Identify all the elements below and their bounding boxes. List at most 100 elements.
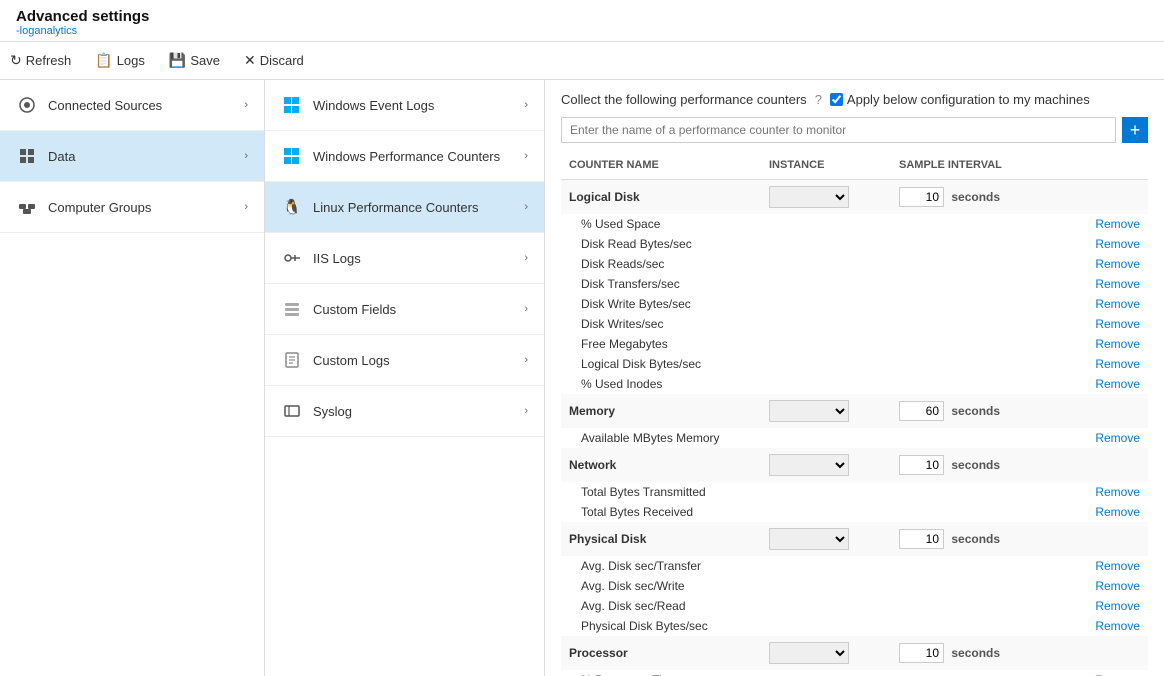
- remove-link[interactable]: Remove: [1095, 505, 1140, 519]
- chevron-right-icon: ›: [524, 252, 528, 264]
- instance-select[interactable]: [769, 454, 849, 476]
- remove-link[interactable]: Remove: [1095, 377, 1140, 391]
- remove-link[interactable]: Remove: [1095, 485, 1140, 499]
- connected-icon: [16, 94, 38, 116]
- table-row: Physical Disk seconds: [561, 522, 1148, 556]
- remove-link[interactable]: Remove: [1095, 217, 1140, 231]
- remove-link[interactable]: Remove: [1095, 559, 1140, 573]
- counter-child-instance: [761, 334, 891, 354]
- middle-item-windows-performance-counters[interactable]: Windows Performance Counters ›: [265, 131, 544, 182]
- remove-link[interactable]: Remove: [1095, 599, 1140, 613]
- sidebar-item-data[interactable]: Data ›: [0, 131, 264, 182]
- left-sidebar: Connected Sources › Data ›: [0, 80, 265, 676]
- sidebar-item-computer-groups[interactable]: Computer Groups ›: [0, 182, 264, 233]
- sample-interval-input[interactable]: [899, 643, 944, 663]
- chevron-right-icon: ›: [524, 405, 528, 417]
- instance-select[interactable]: [769, 400, 849, 422]
- counter-child-name: Disk Read Bytes/sec: [561, 234, 761, 254]
- remove-link[interactable]: Remove: [1095, 337, 1140, 351]
- group-name: Network: [561, 448, 761, 482]
- remove-link[interactable]: Remove: [1095, 317, 1140, 331]
- counter-child-sample: [891, 428, 1011, 448]
- counter-child-instance: [761, 354, 891, 374]
- sample-interval-input[interactable]: [899, 187, 944, 207]
- table-row: Network seconds: [561, 448, 1148, 482]
- group-instance[interactable]: [761, 180, 891, 215]
- iis-logs-icon: [281, 247, 303, 269]
- save-button[interactable]: 💾 Save: [159, 48, 230, 73]
- group-instance[interactable]: [761, 394, 891, 428]
- middle-item-custom-logs[interactable]: Custom Logs ›: [265, 335, 544, 386]
- table-row: Logical Disk Bytes/sec Remove: [561, 354, 1148, 374]
- counter-child-name: Avg. Disk sec/Read: [561, 596, 761, 616]
- instance-select[interactable]: [769, 528, 849, 550]
- group-name: Logical Disk: [561, 180, 761, 215]
- middle-item-windows-event-logs[interactable]: Windows Event Logs ›: [265, 80, 544, 131]
- apply-checkbox[interactable]: [830, 93, 843, 106]
- custom-fields-icon: [281, 298, 303, 320]
- logs-button[interactable]: 📋 Logs: [85, 48, 155, 73]
- counter-child-instance: [761, 616, 891, 636]
- counter-search-input[interactable]: [561, 117, 1116, 143]
- remove-cell: Remove: [1011, 354, 1148, 374]
- group-sample: seconds: [891, 394, 1011, 428]
- instance-select[interactable]: [769, 186, 849, 208]
- remove-cell: Remove: [1011, 596, 1148, 616]
- counter-child-instance: [761, 214, 891, 234]
- counter-child-name: % Used Space: [561, 214, 761, 234]
- apply-checkbox-label[interactable]: Apply below configuration to my machines: [830, 92, 1090, 107]
- search-row: +: [561, 117, 1148, 143]
- remove-link[interactable]: Remove: [1095, 237, 1140, 251]
- remove-link[interactable]: Remove: [1095, 277, 1140, 291]
- counter-child-instance: [761, 294, 891, 314]
- instance-select[interactable]: [769, 642, 849, 664]
- remove-cell: Remove: [1011, 556, 1148, 576]
- sidebar-item-connected-sources[interactable]: Connected Sources ›: [0, 80, 264, 131]
- middle-panel: Windows Event Logs › Windows Performance…: [265, 80, 545, 676]
- counter-child-instance: [761, 428, 891, 448]
- sample-interval-input[interactable]: [899, 401, 944, 421]
- save-icon: 💾: [169, 52, 186, 69]
- group-instance[interactable]: [761, 448, 891, 482]
- middle-item-iis-logs[interactable]: IIS Logs ›: [265, 233, 544, 284]
- refresh-button[interactable]: ↻ Refresh: [0, 48, 81, 73]
- remove-cell: Remove: [1011, 482, 1148, 502]
- remove-link[interactable]: Remove: [1095, 431, 1140, 445]
- table-row: Total Bytes Transmitted Remove: [561, 482, 1148, 502]
- counter-child-instance: [761, 596, 891, 616]
- windows-performance-counters-icon: [281, 145, 303, 167]
- add-counter-button[interactable]: +: [1122, 117, 1148, 143]
- counter-child-sample: [891, 596, 1011, 616]
- counter-child-instance: [761, 374, 891, 394]
- table-row: Disk Read Bytes/sec Remove: [561, 234, 1148, 254]
- counter-child-name: Free Megabytes: [561, 334, 761, 354]
- remove-link[interactable]: Remove: [1095, 257, 1140, 271]
- remove-link[interactable]: Remove: [1095, 579, 1140, 593]
- counter-child-instance: [761, 556, 891, 576]
- group-remove-cell: [1011, 522, 1148, 556]
- counter-child-sample: [891, 354, 1011, 374]
- seconds-label: seconds: [951, 404, 1000, 418]
- remove-link[interactable]: Remove: [1095, 297, 1140, 311]
- group-name: Memory: [561, 394, 761, 428]
- remove-link[interactable]: Remove: [1095, 619, 1140, 633]
- windows-event-logs-icon: [281, 94, 303, 116]
- sample-interval-input[interactable]: [899, 455, 944, 475]
- group-remove-cell: [1011, 180, 1148, 215]
- group-remove-cell: [1011, 394, 1148, 428]
- counter-child-instance: [761, 576, 891, 596]
- middle-item-linux-performance-counters[interactable]: 🐧 Linux Performance Counters ›: [265, 182, 544, 233]
- data-icon: [16, 145, 38, 167]
- middle-item-syslog[interactable]: Syslog ›: [265, 386, 544, 437]
- remove-link[interactable]: Remove: [1095, 357, 1140, 371]
- sample-interval-input[interactable]: [899, 529, 944, 549]
- group-instance[interactable]: [761, 636, 891, 670]
- middle-item-custom-fields[interactable]: Custom Fields ›: [265, 284, 544, 335]
- table-row: Disk Write Bytes/sec Remove: [561, 294, 1148, 314]
- remove-cell: Remove: [1011, 334, 1148, 354]
- counter-child-name: Logical Disk Bytes/sec: [561, 354, 761, 374]
- counter-child-sample: [891, 616, 1011, 636]
- help-icon[interactable]: ?: [815, 92, 822, 107]
- discard-button[interactable]: ✕ Discard: [234, 48, 314, 73]
- group-instance[interactable]: [761, 522, 891, 556]
